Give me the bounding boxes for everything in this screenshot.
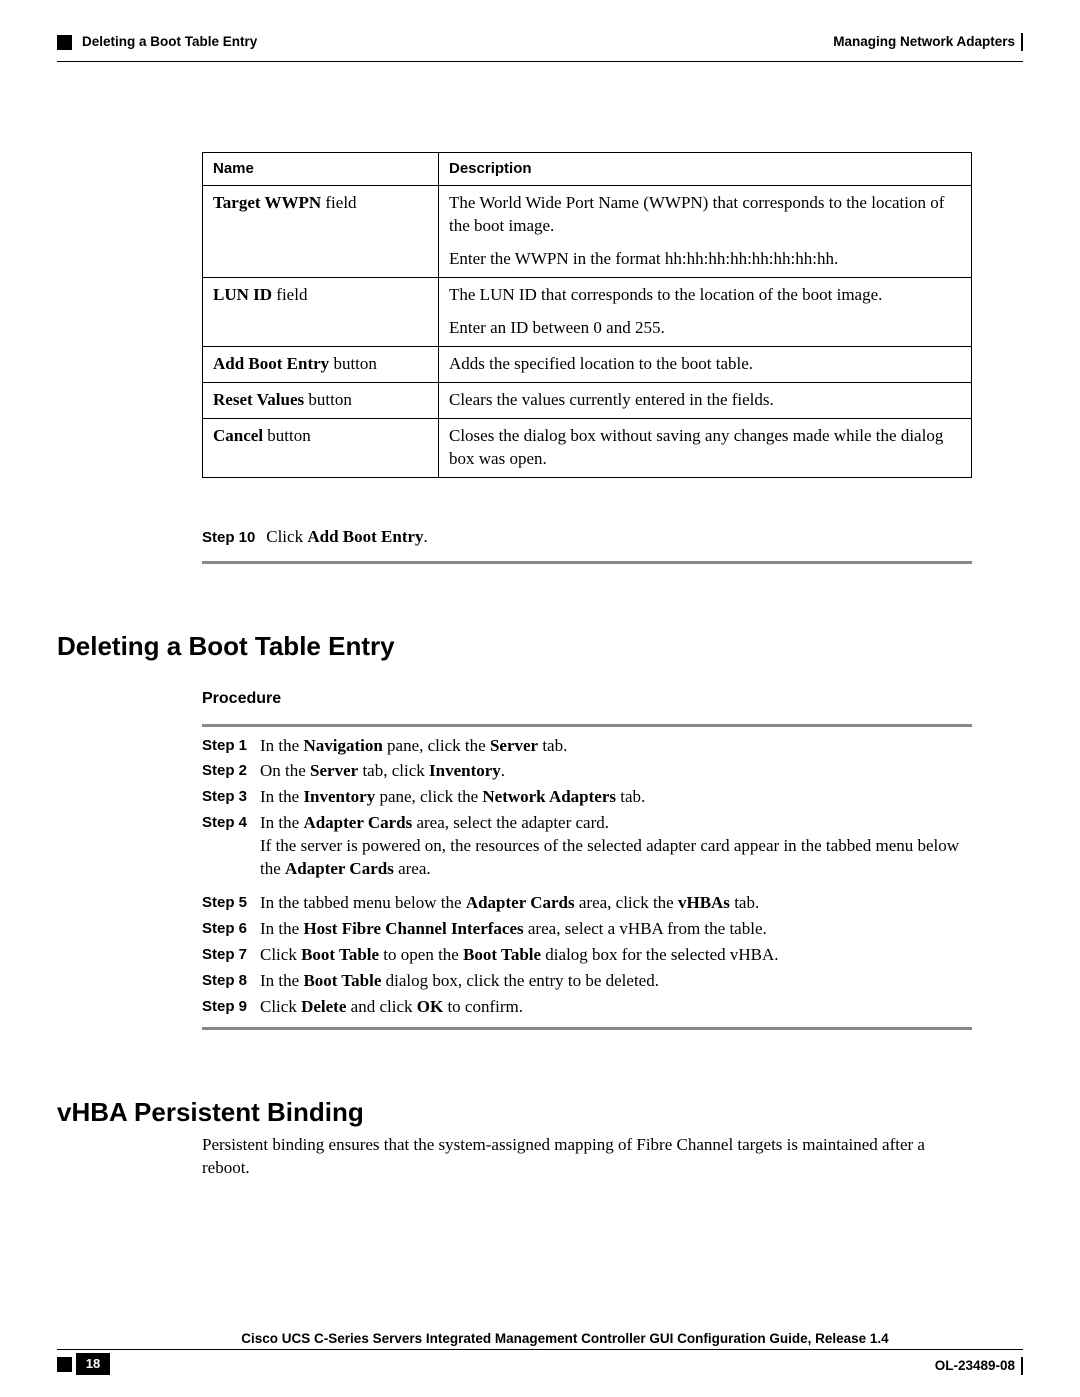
page-footer: Cisco UCS C-Series Servers Integrated Ma… <box>57 1330 1023 1375</box>
table-row: Add Boot Entry buttonAdds the specified … <box>203 347 972 383</box>
procedure-step-row: Step 6In the Host Fibre Channel Interfac… <box>202 918 972 941</box>
page-header: Deleting a Boot Table Entry Managing Net… <box>57 33 1023 51</box>
step-10-text: Click Add Boot Entry. <box>266 527 428 546</box>
step-number: Step 5 <box>202 892 260 913</box>
step-number: Step 8 <box>202 970 260 991</box>
step-10-label: Step 10 <box>202 528 262 548</box>
step-number: Step 4 <box>202 812 260 833</box>
procedure-top-rule <box>202 724 972 727</box>
field-reference-table: Name Description Target WWPN fieldThe Wo… <box>202 152 972 478</box>
step-number: Step 2 <box>202 760 260 781</box>
footer-square-icon <box>57 1357 72 1372</box>
procedure-step-row: Step 9Click Delete and click OK to confi… <box>202 996 972 1019</box>
table-row: LUN ID fieldThe LUN ID that corresponds … <box>203 278 972 347</box>
table-cell-name: Cancel button <box>203 419 439 478</box>
table-row: Reset Values buttonClears the values cur… <box>203 383 972 419</box>
header-divider <box>57 61 1023 62</box>
procedure-bottom-rule <box>202 1027 972 1030</box>
footer-doc-title: Cisco UCS C-Series Servers Integrated Ma… <box>107 1330 1023 1348</box>
table-cell-description: Clears the values currently entered in t… <box>439 383 972 419</box>
step-text: On the Server tab, click Inventory. <box>260 760 972 783</box>
table-cell-name: Add Boot Entry button <box>203 347 439 383</box>
procedure-step-row: Step 5In the tabbed menu below the Adapt… <box>202 892 972 915</box>
footer-doc-id: OL-23489-08 <box>935 1357 1023 1375</box>
step-10-row: Step 10 Click Add Boot Entry. <box>202 526 1023 549</box>
table-row: Cancel buttonCloses the dialog box witho… <box>203 419 972 478</box>
step-number: Step 9 <box>202 996 260 1017</box>
step-text: Click Delete and click OK to confirm. <box>260 996 972 1019</box>
table-row: Target WWPN fieldThe World Wide Port Nam… <box>203 186 972 278</box>
procedure-step-row: Step 8In the Boot Table dialog box, clic… <box>202 970 972 993</box>
procedure-step-row: Step 3In the Inventory pane, click the N… <box>202 786 972 809</box>
persistent-binding-para: Persistent binding ensures that the syst… <box>202 1134 972 1180</box>
procedure-step-row: Step 7Click Boot Table to open the Boot … <box>202 944 972 967</box>
header-left-text: Deleting a Boot Table Entry <box>82 33 257 51</box>
table-cell-description: Adds the specified location to the boot … <box>439 347 972 383</box>
step-text: In the Adapter Cards area, select the ad… <box>260 812 972 881</box>
step-text: In the Navigation pane, click the Server… <box>260 735 972 758</box>
procedure-steps: Step 1In the Navigation pane, click the … <box>202 735 972 1019</box>
step-text: In the tabbed menu below the Adapter Car… <box>260 892 972 915</box>
table-cell-name: Target WWPN field <box>203 186 439 278</box>
table-cell-description: The World Wide Port Name (WWPN) that cor… <box>439 186 972 278</box>
step-number: Step 1 <box>202 735 260 756</box>
page-number: 18 <box>76 1353 110 1375</box>
step-number: Step 6 <box>202 918 260 939</box>
table-header-description: Description <box>439 153 972 186</box>
step-text: In the Host Fibre Channel Interfaces are… <box>260 918 972 941</box>
step-text: Click Boot Table to open the Boot Table … <box>260 944 972 967</box>
table-header-name: Name <box>203 153 439 186</box>
header-square-icon <box>57 35 72 50</box>
step-text: In the Boot Table dialog box, click the … <box>260 970 972 993</box>
step-number: Step 7 <box>202 944 260 965</box>
section-divider <box>202 561 972 564</box>
table-cell-description: Closes the dialog box without saving any… <box>439 419 972 478</box>
procedure-subheading: Procedure <box>202 688 1023 710</box>
procedure-step-row: Step 4In the Adapter Cards area, select … <box>202 812 972 881</box>
step-text: In the Inventory pane, click the Network… <box>260 786 972 809</box>
table-cell-name: Reset Values button <box>203 383 439 419</box>
table-cell-name: LUN ID field <box>203 278 439 347</box>
procedure-step-row: Step 1In the Navigation pane, click the … <box>202 735 972 758</box>
header-right-text: Managing Network Adapters <box>833 33 1023 51</box>
step-number: Step 3 <box>202 786 260 807</box>
procedure-step-row: Step 2On the Server tab, click Inventory… <box>202 760 972 783</box>
table-cell-description: The LUN ID that corresponds to the locat… <box>439 278 972 347</box>
section-title-deleting: Deleting a Boot Table Entry <box>57 629 1023 664</box>
section-title-persistent: vHBA Persistent Binding <box>57 1095 1023 1130</box>
